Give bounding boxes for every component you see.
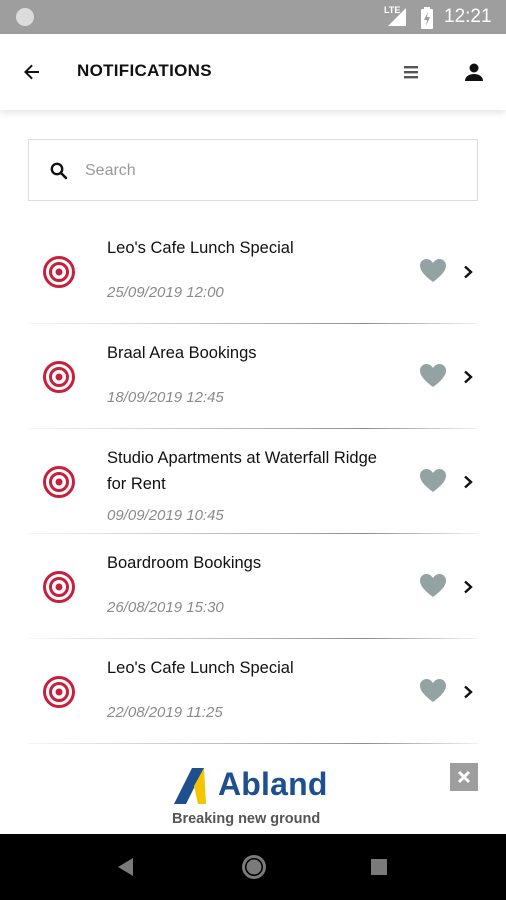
notification-title: Leo's Cafe Lunch Special (107, 239, 294, 257)
notification-item[interactable]: Boardroom Bookings 26/08/2019 15:30 (28, 534, 478, 639)
chevron-right-icon[interactable] (462, 685, 474, 699)
battery-icon (421, 7, 433, 29)
nav-home-icon[interactable] (240, 853, 268, 881)
target-icon (43, 676, 75, 708)
nav-recents-icon[interactable] (370, 858, 388, 876)
notification-date: 09/09/2019 10:45 (107, 507, 224, 524)
back-arrow-icon[interactable] (20, 60, 44, 84)
notification-date: 22/08/2019 11:25 (107, 704, 223, 721)
target-icon (43, 256, 75, 288)
search-input[interactable] (85, 154, 455, 188)
heart-icon[interactable] (419, 258, 447, 284)
ad-tagline: Breaking new ground (172, 811, 321, 827)
target-icon (43, 466, 75, 498)
ad-brand-name: Abland (218, 766, 328, 802)
page-title: NOTIFICATIONS (77, 61, 212, 80)
notification-date: 25/09/2019 12:00 (107, 284, 224, 301)
chevron-right-icon[interactable] (462, 265, 474, 279)
nav-back-icon[interactable] (115, 856, 137, 878)
notification-item[interactable]: Leo's Cafe Lunch Special 25/09/2019 12:0… (28, 219, 478, 324)
notification-title: Boardroom Bookings (107, 554, 262, 572)
heart-icon[interactable] (419, 678, 447, 704)
ad-banner[interactable]: Abland Breaking new ground (0, 752, 506, 834)
notification-item[interactable]: Leo's Cafe Lunch Special 22/08/2019 11:2… (28, 639, 478, 744)
close-icon[interactable] (450, 763, 478, 791)
chevron-right-icon[interactable] (462, 475, 474, 489)
system-nav-bar (0, 834, 506, 900)
status-time: 12:21 (444, 6, 492, 27)
notification-title: Studio Apartments at Waterfall Ridge for… (107, 449, 377, 493)
abland-logo-icon (174, 768, 206, 804)
notification-dot-icon (16, 8, 34, 26)
menu-icon[interactable] (402, 63, 420, 81)
target-icon (43, 571, 75, 603)
notification-title: Leo's Cafe Lunch Special (107, 659, 294, 677)
target-icon (43, 361, 75, 393)
chevron-right-icon[interactable] (462, 580, 474, 594)
search-box[interactable] (28, 139, 478, 201)
notification-date: 18/09/2019 12:45 (107, 389, 224, 406)
chevron-right-icon[interactable] (462, 370, 474, 384)
heart-icon[interactable] (419, 363, 447, 389)
notification-item[interactable]: Braal Area Bookings 18/09/2019 12:45 (28, 324, 478, 429)
signal-icon (388, 8, 406, 26)
notification-date: 26/08/2019 15:30 (107, 599, 224, 616)
search-icon (50, 162, 68, 180)
status-bar: LTE 12:21 (0, 0, 506, 34)
heart-icon[interactable] (419, 468, 447, 494)
divider (28, 743, 478, 744)
notification-title: Braal Area Bookings (107, 344, 257, 362)
notification-item[interactable]: Studio Apartments at Waterfall Ridge for… (28, 429, 478, 534)
user-icon[interactable] (463, 61, 485, 83)
heart-icon[interactable] (419, 573, 447, 599)
app-bar: NOTIFICATIONS (0, 34, 506, 110)
